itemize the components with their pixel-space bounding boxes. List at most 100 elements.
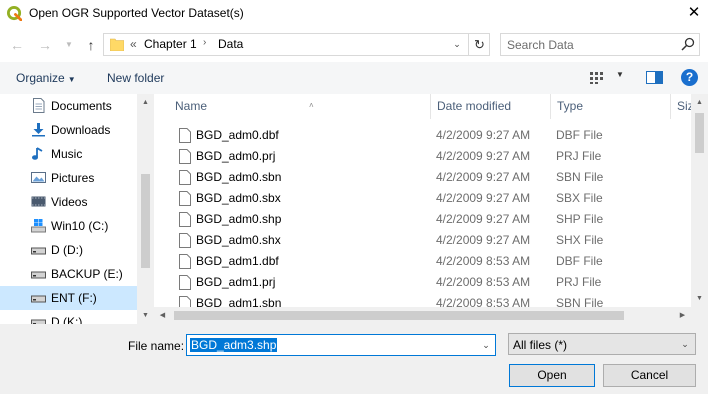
file-icon <box>179 275 191 290</box>
file-type-select[interactable]: All files (*) ⌄ <box>508 333 696 355</box>
close-button[interactable]: ✕ <box>680 0 708 28</box>
file-icon <box>179 128 191 143</box>
file-type: DBF File <box>556 254 603 268</box>
sidebar-item-pictures[interactable]: Pictures <box>0 166 137 190</box>
file-name: BGD_adm0.shx <box>196 233 281 247</box>
file-row[interactable]: BGD_adm1.prj 4/2/2009 8:53 AM PRJ File <box>169 272 679 293</box>
file-date: 4/2/2009 8:53 AM <box>436 254 531 268</box>
view-options-icon[interactable] <box>590 71 606 84</box>
drive-icon <box>31 271 46 279</box>
sidebar-item-d-drive[interactable]: D (D:) <box>0 238 137 262</box>
scrollbar-thumb[interactable] <box>174 311 624 320</box>
file-row[interactable]: BGD_adm0.sbx 4/2/2009 9:27 AM SBX File <box>169 188 679 209</box>
sidebar-item-downloads[interactable]: Downloads <box>0 118 137 142</box>
dialog-footer: File name: BGD_adm3.shp ⌄ All files (*) … <box>0 324 708 394</box>
sidebar-item-label: Videos <box>51 195 88 209</box>
file-date: 4/2/2009 9:27 AM <box>436 191 531 205</box>
file-row[interactable]: BGD_adm0.sbn 4/2/2009 9:27 AM SBN File <box>169 167 679 188</box>
cancel-button[interactable]: Cancel <box>603 364 696 387</box>
file-list: Name ˄ Date modified Type Size BGD_adm0.… <box>154 94 708 324</box>
sidebar-item-win10-c[interactable]: Win10 (C:) <box>0 214 137 238</box>
file-type: SHP File <box>556 212 604 226</box>
file-icon <box>179 170 191 185</box>
column-header-name[interactable]: Name ˄ <box>169 94 430 119</box>
sidebar-item-ent-f[interactable]: ENT (F:) <box>0 286 137 310</box>
pictures-icon <box>31 172 46 183</box>
file-type: PRJ File <box>556 149 602 163</box>
scroll-up-arrow-icon[interactable]: ▲ <box>137 94 154 111</box>
search-icon[interactable] <box>681 37 695 51</box>
breadcrumb-chevron-icon[interactable]: › <box>203 37 206 48</box>
file-row[interactable]: BGD_adm0.prj 4/2/2009 9:27 AM PRJ File <box>169 146 679 167</box>
preview-pane-icon[interactable] <box>646 71 663 84</box>
sidebar-item-backup-e[interactable]: BACKUP (E:) <box>0 262 137 286</box>
file-type-value: All files (*) <box>513 338 568 352</box>
scrollbar-thumb[interactable] <box>695 113 704 153</box>
open-button[interactable]: Open <box>509 364 595 387</box>
recent-locations-chevron-icon[interactable]: ▼ <box>60 36 78 54</box>
file-row[interactable]: BGD_adm1.dbf 4/2/2009 8:53 AM DBF File <box>169 251 679 272</box>
file-name: BGD_adm0.sbx <box>196 191 281 205</box>
drive-icon <box>31 295 46 303</box>
file-type: PRJ File <box>556 275 602 289</box>
forward-arrow-icon[interactable]: → <box>36 36 54 54</box>
view-caret-down-icon[interactable]: ▼ <box>616 70 624 79</box>
folder-icon <box>110 38 124 51</box>
address-dropdown-chevron-icon[interactable]: ⌄ <box>450 37 464 52</box>
sidebar-item-videos[interactable]: Videos <box>0 190 137 214</box>
sidebar-item-label: Win10 (C:) <box>51 219 109 233</box>
file-type-dropdown-chevron-icon[interactable]: ⌄ <box>678 337 692 351</box>
file-icon <box>179 233 191 248</box>
drive-icon <box>31 319 46 324</box>
back-arrow-icon[interactable]: ← <box>8 36 26 54</box>
file-icon <box>179 191 191 206</box>
column-header-date-modified[interactable]: Date modified <box>430 94 550 119</box>
search-input[interactable] <box>507 37 675 52</box>
title-bar: Open OGR Supported Vector Dataset(s) ✕ <box>0 0 708 28</box>
address-bar[interactable]: « Chapter 1 › Data ⌄ ↻ <box>103 33 490 56</box>
file-name-combobox[interactable]: BGD_adm3.shp ⌄ <box>186 334 496 356</box>
column-header-type[interactable]: Type <box>550 94 670 119</box>
file-date: 4/2/2009 9:27 AM <box>436 128 531 142</box>
sidebar-item-documents[interactable]: Documents <box>0 94 137 118</box>
scroll-up-arrow-icon[interactable]: ▲ <box>691 94 708 111</box>
sidebar-scrollbar[interactable]: ▲ ▼ <box>137 94 154 324</box>
sidebar-item-label: Pictures <box>51 171 95 185</box>
file-name: BGD_adm0.prj <box>196 149 276 163</box>
breadcrumb-item[interactable]: Data <box>218 37 243 51</box>
sidebar-item-music[interactable]: Music <box>0 142 137 166</box>
file-name-dropdown-chevron-icon[interactable]: ⌄ <box>479 337 493 353</box>
search-box <box>500 33 700 56</box>
file-date: 4/2/2009 9:27 AM <box>436 170 531 184</box>
column-header-label: Name <box>175 99 208 113</box>
breadcrumb-overflow[interactable]: « <box>130 37 137 51</box>
scrollbar-thumb[interactable] <box>141 174 150 268</box>
organize-menu-button[interactable]: Organize ▼ <box>16 71 76 85</box>
file-row[interactable]: BGD_adm0.shp 4/2/2009 9:27 AM SHP File <box>169 209 679 230</box>
command-bar: Organize ▼ New folder ▼ ? <box>0 62 708 94</box>
help-icon[interactable]: ? <box>681 69 698 86</box>
file-name: BGD_adm0.sbn <box>196 170 282 184</box>
window-title: Open OGR Supported Vector Dataset(s) <box>29 6 244 20</box>
scroll-down-arrow-icon[interactable]: ▼ <box>137 307 154 324</box>
new-folder-button[interactable]: New folder <box>107 71 164 85</box>
scroll-left-arrow-icon[interactable]: ◀ <box>154 307 171 324</box>
sidebar-item-d-k[interactable]: D (K:) <box>0 310 137 324</box>
sidebar-item-label: D (D:) <box>51 243 83 257</box>
music-icon <box>32 147 43 160</box>
file-list-vertical-scrollbar[interactable]: ▲ ▼ <box>691 94 708 307</box>
breadcrumb-item[interactable]: Chapter 1 <box>144 37 197 51</box>
file-type: SHX File <box>556 233 604 247</box>
scroll-right-arrow-icon[interactable]: ▶ <box>674 307 691 324</box>
refresh-icon[interactable]: ↻ <box>470 35 489 54</box>
up-arrow-icon[interactable]: ↑ <box>82 36 100 54</box>
file-date: 4/2/2009 8:53 AM <box>436 275 531 289</box>
scroll-down-arrow-icon[interactable]: ▼ <box>691 290 708 307</box>
file-date: 4/2/2009 9:27 AM <box>436 149 531 163</box>
file-list-horizontal-scrollbar[interactable]: ◀ ▶ <box>154 307 691 324</box>
file-row[interactable]: BGD_adm0.dbf 4/2/2009 9:27 AM DBF File <box>169 125 679 146</box>
file-type: SBN File <box>556 170 604 184</box>
file-icon <box>179 254 191 269</box>
file-name-input[interactable]: BGD_adm3.shp <box>190 338 278 352</box>
file-row[interactable]: BGD_adm0.shx 4/2/2009 9:27 AM SHX File <box>169 230 679 251</box>
